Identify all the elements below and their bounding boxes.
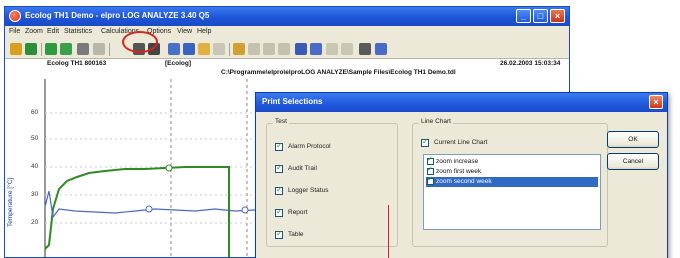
list-item-zoom-increase[interactable]: zoom increase <box>426 155 598 167</box>
minimize-button[interactable]: _ <box>516 9 531 23</box>
checkbox-icon[interactable] <box>275 207 283 217</box>
paste-icon[interactable] <box>213 43 225 55</box>
save-icon[interactable] <box>25 43 37 55</box>
callout-pointer-line <box>388 205 389 258</box>
grid-icon[interactable] <box>183 43 195 55</box>
export-icon[interactable] <box>93 43 105 55</box>
series-green-marker <box>165 164 173 172</box>
calendar-icon[interactable] <box>359 43 371 55</box>
app-logo-icon <box>9 10 21 22</box>
series-blue-marker <box>145 205 153 213</box>
toolbar-separator <box>41 43 42 56</box>
maximize-button[interactable]: □ <box>533 9 548 23</box>
dialog-close-button[interactable]: × <box>649 95 663 109</box>
menu-zoom[interactable]: Zoom <box>25 28 43 35</box>
series-green-line <box>44 166 230 257</box>
checkbox-label: Audit Trail <box>288 165 317 172</box>
table-icon[interactable] <box>60 43 72 55</box>
checkbox-icon[interactable] <box>275 185 283 195</box>
zoom-listbox[interactable]: zoom increase zoom first week zoom secon… <box>423 154 601 230</box>
print-highlight-ring <box>122 31 158 53</box>
alarm-icon[interactable] <box>295 43 307 55</box>
checkbox-icon[interactable] <box>275 229 283 239</box>
zoom-in-icon[interactable] <box>233 43 245 55</box>
menu-bar: File Zoom Edit Statistics Calculations O… <box>5 26 569 40</box>
menu-help[interactable]: Help <box>197 28 211 35</box>
checkbox-icon[interactable] <box>427 165 434 175</box>
checkbox-label: Logger Status <box>288 187 329 194</box>
list-item-zoom-second-week[interactable]: zoom second week <box>426 175 598 187</box>
redo-icon[interactable] <box>326 43 338 55</box>
ok-button[interactable]: OK <box>607 131 659 148</box>
chart-icon[interactable] <box>45 43 57 55</box>
open-icon[interactable] <box>10 43 22 55</box>
dialog-title: Print Selections <box>262 97 323 106</box>
menu-view[interactable]: View <box>177 28 192 35</box>
checkbox-label: Alarm Protocol <box>288 143 331 150</box>
dialog-title-bar[interactable]: Print Selections × <box>256 93 667 112</box>
menu-file[interactable]: File <box>9 28 20 35</box>
info-icon[interactable] <box>341 43 353 55</box>
toolbar <box>5 40 569 59</box>
checkbox-icon[interactable] <box>427 175 434 185</box>
checkbox-label: Report <box>288 209 308 216</box>
settings-icon[interactable] <box>168 43 180 55</box>
logger-icon[interactable] <box>77 43 89 55</box>
cursor-icon[interactable] <box>263 43 275 55</box>
checkbox-icon[interactable] <box>427 155 434 165</box>
toolbar-separator <box>229 43 230 56</box>
line-chart-group-label: Line Chart <box>419 118 453 125</box>
close-button[interactable]: × <box>550 9 565 23</box>
list-item-label: zoom first week <box>436 168 482 175</box>
test-group-label: Test <box>273 118 289 125</box>
checkbox-icon[interactable] <box>275 163 283 173</box>
zoom-out-icon[interactable] <box>248 43 260 55</box>
test-group: Test Alarm Protocol Audit Trail Logger S… <box>266 118 398 247</box>
window-title: Ecolog TH1 Demo - elpro LOG ANALYZE 3.40… <box>25 11 210 20</box>
menu-edit[interactable]: Edit <box>47 28 59 35</box>
checkbox-label: Current Line Chart <box>434 139 488 146</box>
select-icon[interactable] <box>278 43 290 55</box>
checkbox-icon[interactable] <box>421 137 429 147</box>
checkbox-label: Table <box>288 231 304 238</box>
toolbar-separator <box>109 43 110 56</box>
undo-icon[interactable] <box>310 43 322 55</box>
copy-icon[interactable] <box>198 43 210 55</box>
print-selections-dialog: Print Selections × Test Alarm Protocol A… <box>255 92 668 258</box>
title-bar[interactable]: Ecolog TH1 Demo - elpro LOG ANALYZE 3.40… <box>5 7 569 26</box>
menu-statistics[interactable]: Statistics <box>64 28 92 35</box>
list-item-label: zoom increase <box>436 158 479 165</box>
series-blue-marker <box>241 206 249 214</box>
line-chart-group: Line Chart Current Line Chart zoom incre… <box>412 118 608 247</box>
list-item-label: zoom second week <box>436 178 492 185</box>
list-item-zoom-first-week[interactable]: zoom first week <box>426 165 598 177</box>
cancel-button[interactable]: Cancel <box>607 153 659 170</box>
checkbox-icon[interactable] <box>275 141 283 151</box>
help-icon[interactable] <box>375 43 387 55</box>
